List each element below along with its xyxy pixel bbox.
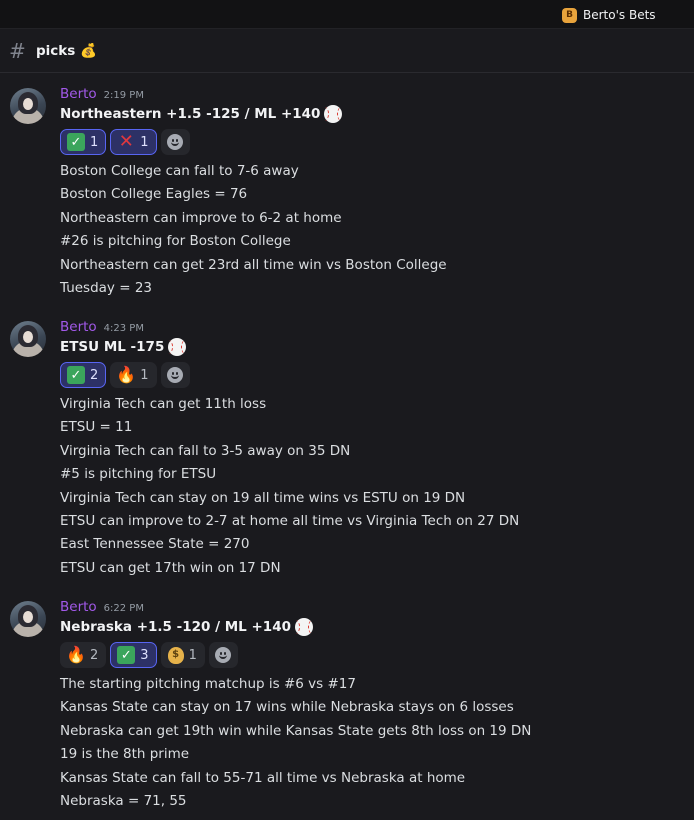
reaction-count: 1 (140, 134, 149, 150)
message-line: East Tennessee State = 270 (60, 536, 250, 553)
hash-icon: # (9, 39, 26, 63)
reaction-cross[interactable]: ✕ 1 (110, 129, 157, 155)
author-line: Berto 4:23 PM (60, 319, 144, 335)
timestamp[interactable]: 4:23 PM (104, 323, 144, 334)
reaction-moneybag[interactable]: $1 (160, 642, 205, 668)
check-icon: ✓ (67, 366, 85, 384)
add-emoji-icon (167, 367, 184, 383)
message-line: #5 is pitching for ETSU (60, 466, 217, 483)
bet-title-text: Nebraska +1.5 -120 / ML +140 (60, 619, 291, 635)
check-icon: ✓ (67, 133, 85, 151)
channel-name: picks (36, 43, 76, 59)
add-reaction-button[interactable] (160, 362, 190, 388)
message-line: The starting pitching matchup is #6 vs #… (60, 676, 356, 692)
message-line: ETSU can get 17th win on 17 DN (60, 559, 281, 576)
author-name[interactable]: Berto (60, 599, 97, 615)
baseball-icon (324, 105, 343, 123)
author-name[interactable]: Berto (60, 86, 97, 102)
timestamp[interactable]: 6:22 PM (104, 603, 144, 614)
avatar-face (23, 98, 33, 110)
message-line: Nebraska = 71, 55 (60, 792, 187, 809)
reaction-count: 3 (140, 647, 149, 663)
channel-title: picks 💰 (36, 43, 97, 59)
bet-title: Northeastern +1.5 -125 / ML +140 (60, 105, 343, 123)
bet-title: Nebraska +1.5 -120 / ML +140 (60, 618, 313, 636)
cross-icon: ✕ (118, 131, 134, 152)
message-line: Northeastern can get 23rd all time win v… (60, 256, 447, 273)
reaction-bar: ✓ 2 🔥 1 (60, 362, 190, 388)
avatar-face (23, 611, 33, 623)
reaction-check[interactable]: ✓ 2 (60, 362, 107, 388)
reaction-check[interactable]: ✓ 1 (60, 129, 107, 155)
message-line: #26 is pitching for Boston College (60, 233, 291, 250)
fire-icon: 🔥 (66, 645, 86, 664)
message-line: ETSU can improve to 2-7 at home all time… (60, 512, 520, 529)
server-badge[interactable]: B Berto's Bets (562, 7, 656, 23)
reaction-count: 2 (90, 367, 99, 383)
check-icon: ✓ (117, 646, 136, 664)
bet-title-text: Northeastern +1.5 -125 / ML +140 (60, 106, 321, 122)
reaction-check[interactable]: ✓ 3 (110, 642, 157, 668)
reaction-count: 1 (90, 134, 99, 150)
message-line: Northeastern can improve to 6-2 at home (60, 209, 342, 226)
message-line: 19 is the 8th prime (60, 746, 190, 763)
reaction-count: 1 (188, 647, 197, 663)
message-line: Virginia Tech can stay on 19 all time wi… (60, 489, 466, 506)
author-name[interactable]: Berto (60, 319, 97, 335)
message-line: Boston College can fall to 7-6 away (60, 163, 299, 179)
title-bar: B Berto's Bets (0, 0, 694, 29)
reaction-bar: 🔥 2 ✓ 3 $1 (60, 642, 238, 668)
reaction-fire[interactable]: 🔥 1 (110, 362, 157, 388)
author-line: Berto 6:22 PM (60, 599, 144, 615)
baseball-icon (168, 338, 187, 356)
avatar[interactable] (10, 321, 46, 357)
author-line: Berto 2:19 PM (60, 86, 144, 102)
fire-icon: 🔥 (116, 365, 137, 384)
reaction-count: 1 (140, 367, 149, 383)
message-line: Boston College Eagles = 76 (60, 186, 248, 203)
message-body: The starting pitching matchup is #6 vs #… (60, 673, 531, 813)
avatar[interactable] (10, 88, 46, 124)
channel-header: # picks 💰 (0, 29, 694, 73)
timestamp[interactable]: 2:19 PM (104, 90, 144, 101)
message-line: Virginia Tech can get 11th loss (60, 396, 267, 412)
message-line: Kansas State can stay on 17 wins while N… (60, 699, 514, 716)
add-reaction-button[interactable] (208, 642, 238, 668)
message-body: Virginia Tech can get 11th loss ETSU = 11… (60, 393, 519, 580)
add-emoji-icon (167, 134, 184, 150)
message-line: Kansas State can fall to 55-71 all time … (60, 769, 466, 786)
message-body: Boston College can fall to 7-6 away Bosto… (60, 160, 447, 300)
moneybag-icon: 💰 (80, 43, 97, 59)
add-reaction-button[interactable] (160, 129, 190, 155)
message-line: Tuesday = 23 (60, 279, 152, 296)
message-line: Nebraska can get 19th win while Kansas S… (60, 722, 532, 739)
server-icon: B (562, 7, 577, 23)
server-name: Berto's Bets (583, 8, 656, 22)
moneybag-icon: $ (167, 646, 184, 664)
bet-title: ETSU ML -175 (60, 338, 187, 356)
reaction-count: 2 (90, 647, 99, 663)
reaction-fire[interactable]: 🔥 2 (60, 642, 107, 668)
bet-title-text: ETSU ML -175 (60, 339, 165, 355)
reaction-bar: ✓ 1 ✕ 1 (60, 129, 190, 155)
message-line: Virginia Tech can fall to 3-5 away on 35… (60, 442, 351, 459)
message-line: ETSU = 11 (60, 419, 133, 436)
add-emoji-icon (215, 647, 232, 663)
avatar[interactable] (10, 601, 46, 637)
avatar-face (23, 331, 33, 343)
baseball-icon (294, 618, 313, 636)
